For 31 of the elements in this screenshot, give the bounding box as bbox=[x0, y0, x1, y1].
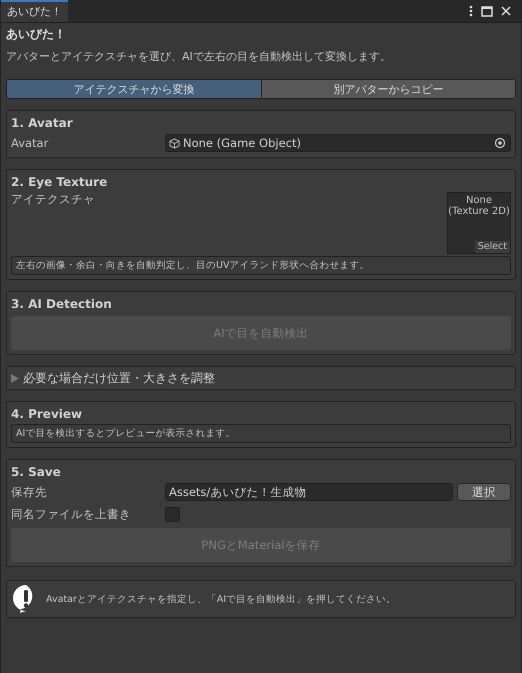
section-title: 1. Avatar bbox=[11, 115, 74, 131]
select-button[interactable]: Select bbox=[474, 241, 510, 253]
help-message: Avatarとアイテクスチャを指定し、「AIで目を自動検出」を押してください。 bbox=[46, 592, 396, 606]
foldout-header[interactable]: 必要な場合だけ位置・大きさを調整 bbox=[6, 366, 516, 390]
info-note: AIで目を検出するとプレビューが表示されます。 bbox=[11, 424, 511, 443]
mode-tab[interactable]: 別アバターからコピー bbox=[260, 80, 515, 98]
field-label: Avatar bbox=[11, 136, 50, 150]
object-field[interactable]: None (Game Object) bbox=[165, 134, 511, 152]
path-field[interactable]: Assets/あいびた！生成物 bbox=[165, 483, 453, 501]
cube-icon bbox=[169, 138, 180, 148]
section-title: 3. AI Detection bbox=[11, 296, 113, 312]
object-picker-icon[interactable] bbox=[494, 137, 506, 149]
window-tab[interactable]: あいびた！ bbox=[1, 0, 68, 22]
checkbox-label: 同名ファイルを上書き bbox=[11, 506, 132, 522]
browse-button[interactable]: 選択 bbox=[457, 483, 511, 501]
field-label: 保存先 bbox=[11, 484, 48, 500]
section-title: 4. Preview bbox=[11, 406, 84, 422]
section-title: 5. Save bbox=[11, 464, 62, 480]
foldout-label: 必要な場合だけ位置・大きさを調整 bbox=[23, 370, 215, 386]
tool-title: あいびた！ bbox=[6, 26, 67, 43]
texture-slot[interactable]: None (Texture 2D) Select bbox=[447, 192, 511, 254]
field-label: アイテクスチャ bbox=[11, 192, 96, 208]
mode-tab[interactable]: アイテクスチャから変換 bbox=[7, 80, 260, 98]
close-icon[interactable] bbox=[501, 6, 511, 16]
section-title: 2. Eye Texture bbox=[11, 174, 108, 190]
tool-description: アバターとアイテクスチャを選び、AIで左右の目を自動検出して変換します。 bbox=[6, 49, 392, 64]
info-note: 左右の画像・余白・向きを自動判定し、目のUVアイランド形状へ合わせます。 bbox=[11, 256, 511, 275]
overwrite-checkbox[interactable] bbox=[165, 506, 180, 522]
maximize-icon[interactable] bbox=[481, 6, 493, 16]
more-icon[interactable] bbox=[469, 5, 473, 17]
foldout-arrow-icon bbox=[11, 374, 19, 382]
